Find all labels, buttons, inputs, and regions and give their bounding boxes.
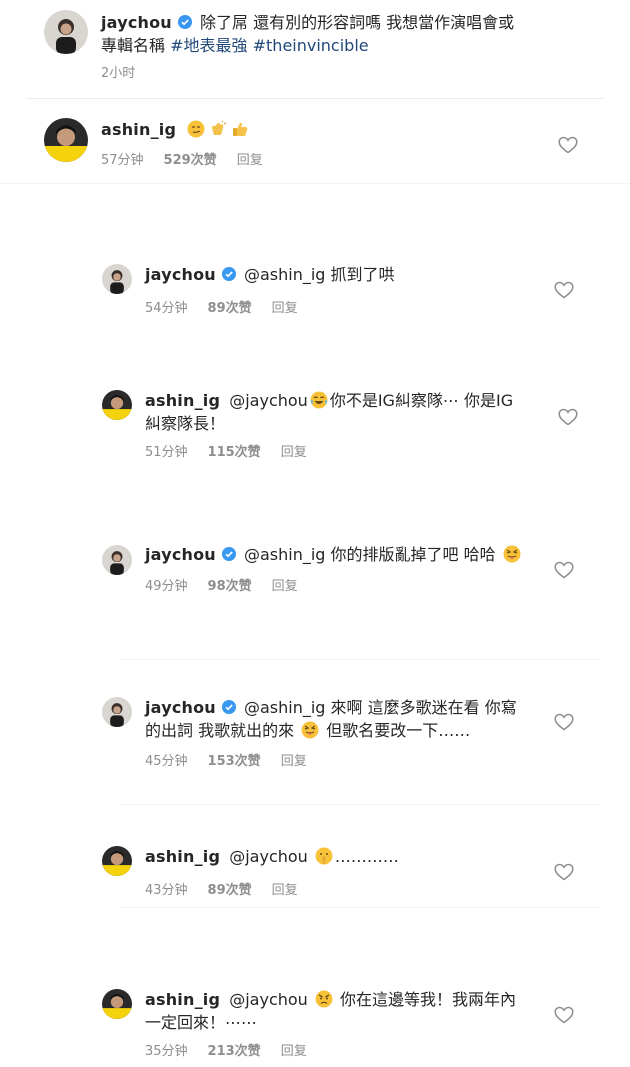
comment-text: 你不是IG糾察隊⋯ 你是IG [329, 391, 514, 410]
heart-icon[interactable] [554, 561, 574, 579]
avatar-ashin[interactable] [102, 846, 132, 876]
avatar-jaychou[interactable] [102, 545, 132, 575]
comment-time: 49分钟 [145, 579, 188, 594]
comment-username[interactable]: ashin_ig [145, 990, 220, 1009]
tongue-out-emoji-icon [503, 545, 521, 563]
comment-text-line2: 糾察隊長！ [145, 414, 226, 433]
reply-button[interactable]: 回复 [272, 579, 298, 594]
avatar-ashin[interactable] [102, 390, 132, 420]
comment-username[interactable]: jaychou [145, 698, 216, 717]
reply-button[interactable]: 回复 [281, 1044, 307, 1059]
post-time: 2小时 [101, 66, 136, 81]
mention-link[interactable]: @jaychou [229, 847, 308, 866]
comment-text-line2b: 但歌名要改一下…… [326, 721, 471, 740]
post-caption-line2: 專輯名稱 [101, 36, 166, 55]
comment-time: 45分钟 [145, 754, 188, 769]
avatar-ashin[interactable] [102, 989, 132, 1019]
heart-icon[interactable] [558, 136, 578, 154]
mention-link[interactable]: @jaychou [229, 391, 308, 410]
heart-icon[interactable] [554, 281, 574, 299]
verified-badge-icon [221, 267, 236, 281]
heart-icon[interactable] [554, 1006, 574, 1024]
post-username[interactable]: jaychou [101, 13, 172, 32]
comment-username[interactable]: ashin_ig [101, 120, 176, 139]
comment-text: 你的排版亂掉了吧 哈哈 [330, 545, 496, 564]
comment-likes[interactable]: 213次赞 [208, 1044, 261, 1059]
avatar-jaychou[interactable] [102, 697, 132, 727]
tongue-out-emoji-icon [301, 721, 319, 739]
thumbs-up-icon [231, 120, 249, 138]
reply-button[interactable]: 回复 [237, 153, 263, 168]
verified-badge-icon [221, 700, 236, 714]
comment-time: 54分钟 [145, 301, 188, 316]
clapping-hands-icon [209, 120, 227, 138]
comment-username[interactable]: ashin_ig [145, 391, 220, 410]
mention-link[interactable]: @jaychou [229, 990, 308, 1009]
divider [120, 659, 600, 660]
heart-icon[interactable] [554, 713, 574, 731]
comment-username[interactable]: jaychou [145, 265, 216, 284]
divider [0, 183, 630, 184]
angry-face-emoji-icon [315, 990, 333, 1008]
hashtag-link[interactable]: #theinvincible [253, 36, 369, 55]
comment-likes[interactable]: 89次赞 [208, 301, 252, 316]
verified-badge-icon [177, 15, 192, 29]
heart-icon[interactable] [558, 408, 578, 426]
comment-likes[interactable]: 115次赞 [208, 445, 261, 460]
comment-text: ………… [334, 847, 399, 866]
avatar-jaychou[interactable] [44, 10, 88, 54]
mention-link[interactable]: @ashin_ig [244, 698, 325, 717]
comment-username[interactable]: jaychou [145, 545, 216, 564]
mention-link[interactable]: @ashin_ig [244, 545, 325, 564]
comment-text-line2: 的出詞 我歌就出的來 [145, 721, 295, 740]
post-caption: 除了屌 還有別的形容詞嗎 我想當作演唱會或 [199, 13, 515, 32]
comment-likes[interactable]: 89次赞 [208, 883, 252, 898]
comment-text-line2: 一定回來！⋯⋯ [145, 1013, 258, 1032]
comment-time: 51分钟 [145, 445, 188, 460]
hashtag-link[interactable]: #地表最強 [170, 36, 247, 55]
avatar-ashin[interactable] [44, 118, 88, 162]
comment-time: 43分钟 [145, 883, 188, 898]
heart-icon[interactable] [554, 863, 574, 881]
comment-text: 抓到了哄 [330, 265, 395, 284]
divider [120, 907, 600, 908]
comment-text: 你在這邊等我！我兩年內 [340, 990, 517, 1009]
reply-button[interactable]: 回复 [281, 445, 307, 460]
comment-likes[interactable]: 529次赞 [164, 153, 217, 168]
comment-likes[interactable]: 153次赞 [208, 754, 261, 769]
avatar-jaychou[interactable] [102, 264, 132, 294]
mention-link[interactable]: @ashin_ig [244, 265, 325, 284]
comment-time: 35分钟 [145, 1044, 188, 1059]
comment-text: 來啊 這麼多歌迷在看 你寫 [330, 698, 517, 717]
divider [26, 98, 604, 99]
divider [120, 804, 600, 805]
comment-username[interactable]: ashin_ig [145, 847, 220, 866]
tears-of-joy-emoji-icon [310, 391, 328, 409]
reply-button[interactable]: 回复 [272, 301, 298, 316]
reply-button[interactable]: 回复 [281, 754, 307, 769]
reply-button[interactable]: 回复 [272, 883, 298, 898]
shushing-face-emoji-icon [315, 847, 333, 865]
comment-likes[interactable]: 98次赞 [208, 579, 252, 594]
smirk-emoji-icon [187, 120, 205, 138]
verified-badge-icon [221, 547, 236, 561]
comment-time: 57分钟 [101, 153, 144, 168]
